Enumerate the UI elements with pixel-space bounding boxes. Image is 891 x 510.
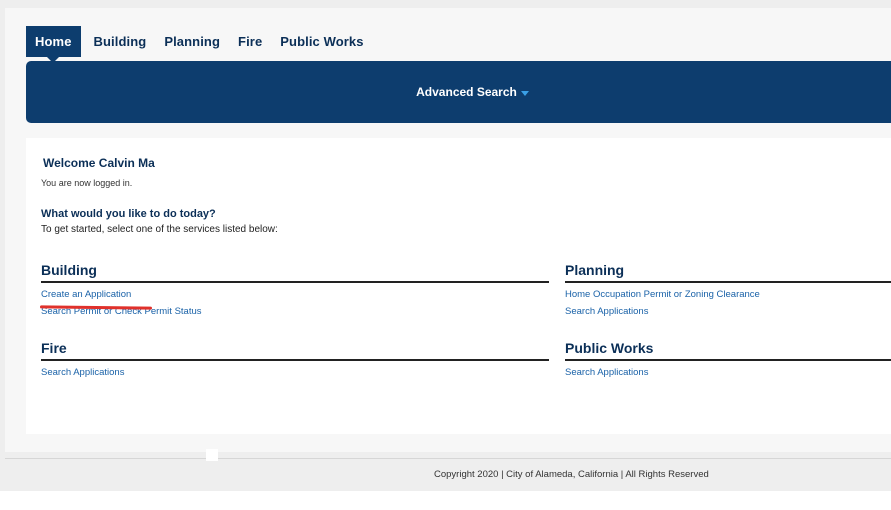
footer-copyright: Copyright 2020 | City of Alameda, Califo… <box>434 469 709 480</box>
welcome-question: What would you like to do today? <box>41 208 216 220</box>
planning-section-title: Planning <box>565 262 891 283</box>
tab-home[interactable]: Home <box>26 25 81 63</box>
search-banner: Advanced Search <box>26 61 891 123</box>
fire-section-title: Fire <box>41 340 549 361</box>
page-bottom-strip <box>0 491 891 510</box>
footer-divider <box>5 458 891 459</box>
welcome-panel: Welcome Calvin Ma You are now logged in.… <box>26 138 891 434</box>
welcome-instructions: To get started, select one of the servic… <box>41 224 278 235</box>
public-works-section: Public Works Search Applications <box>565 340 891 378</box>
planning-section: Planning Home Occupation Permit or Zonin… <box>565 262 891 317</box>
create-application-link[interactable]: Create an Application <box>41 289 549 300</box>
building-section-title: Building <box>41 262 549 283</box>
tab-fire[interactable]: Fire <box>229 26 271 57</box>
tab-planning[interactable]: Planning <box>155 26 229 57</box>
public-works-search-applications-link[interactable]: Search Applications <box>565 367 891 378</box>
tab-public-works[interactable]: Public Works <box>271 26 372 57</box>
home-occupation-permit-link[interactable]: Home Occupation Permit or Zoning Clearan… <box>565 289 891 300</box>
welcome-title: Welcome Calvin Ma <box>43 156 155 170</box>
fire-section: Fire Search Applications <box>41 340 549 378</box>
footer-marker <box>206 449 218 461</box>
public-works-section-title: Public Works <box>565 340 891 361</box>
planning-search-applications-link[interactable]: Search Applications <box>565 306 891 317</box>
fire-search-applications-link[interactable]: Search Applications <box>41 367 549 378</box>
tab-building[interactable]: Building <box>85 26 156 57</box>
advanced-search-label: Advanced Search <box>416 85 517 99</box>
login-status: You are now logged in. <box>41 178 133 188</box>
main-nav: Home Building Planning Fire Public Works <box>26 21 373 63</box>
advanced-search-button[interactable]: Advanced Search <box>416 85 529 99</box>
caret-down-icon <box>520 90 529 96</box>
